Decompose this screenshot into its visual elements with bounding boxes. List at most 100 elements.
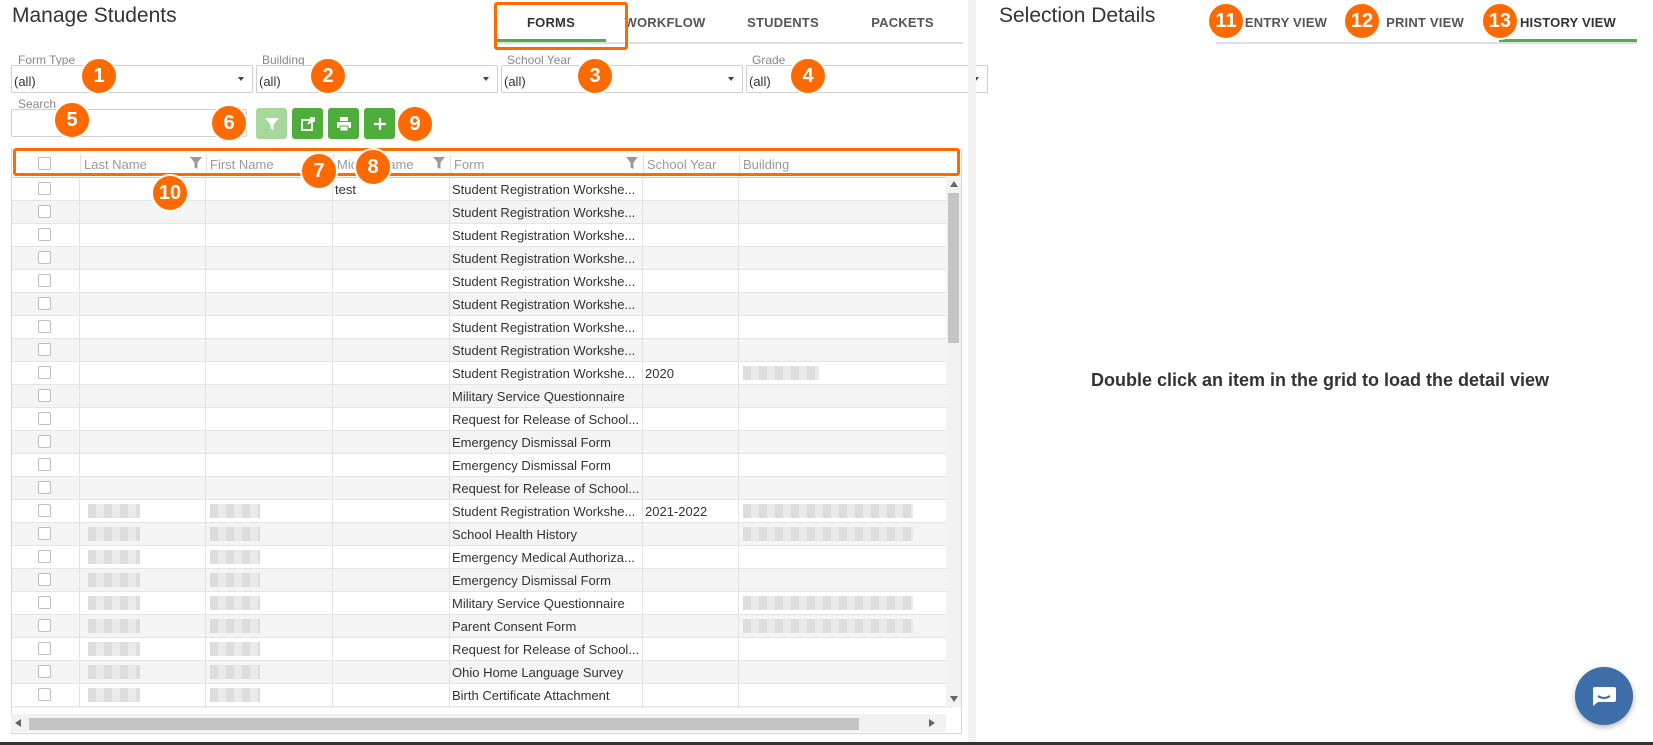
col-first-name[interactable]: First Name: [208, 150, 332, 177]
redacted-text: [210, 527, 260, 541]
table-row[interactable]: Student Registration Workshe... 2021-2022: [12, 500, 952, 523]
cell-first: [206, 293, 333, 315]
row-checkbox[interactable]: [38, 343, 51, 356]
row-checkbox[interactable]: [38, 527, 51, 540]
table-row[interactable]: Custody Paperwork Attachme...: [12, 707, 952, 708]
row-checkbox-cell: [12, 684, 80, 706]
table-row[interactable]: Emergency Dismissal Form: [12, 569, 952, 592]
table-row[interactable]: Student Registration Workshe... 2020: [12, 362, 952, 385]
table-row[interactable]: Ohio Home Language Survey: [12, 661, 952, 684]
tab-workflow[interactable]: WORKFLOW: [606, 8, 724, 42]
form-type-select[interactable]: (all): [11, 65, 253, 93]
table-row[interactable]: Student Registration Workshe...: [12, 316, 952, 339]
table-row[interactable]: Student Registration Workshe...: [12, 224, 952, 247]
print-button[interactable]: [328, 108, 359, 139]
cell-form: Student Registration Workshe...: [450, 362, 643, 384]
row-checkbox[interactable]: [38, 320, 51, 333]
table-row[interactable]: Student Registration Workshe...: [12, 270, 952, 293]
row-checkbox[interactable]: [38, 412, 51, 425]
cell-middle: [333, 454, 450, 476]
tab-packets[interactable]: PACKETS: [842, 8, 963, 42]
arrow-right-icon[interactable]: [929, 719, 935, 727]
row-checkbox[interactable]: [38, 504, 51, 517]
chat-button[interactable]: [1575, 667, 1633, 725]
cell-first: [206, 385, 333, 407]
arrow-up-icon[interactable]: [950, 181, 958, 187]
row-checkbox[interactable]: [38, 596, 51, 609]
tab-students[interactable]: STUDENTS: [724, 8, 842, 42]
table-row[interactable]: Request for Release of School...: [12, 408, 952, 431]
grid-body: test Student Registration Workshe... Stude…: [12, 178, 952, 708]
row-checkbox[interactable]: [38, 435, 51, 448]
filter-icon[interactable]: [625, 156, 639, 170]
row-checkbox[interactable]: [38, 228, 51, 241]
row-checkbox[interactable]: [38, 274, 51, 287]
grade-select[interactable]: (all): [746, 65, 988, 93]
table-row[interactable]: Birth Certificate Attachment: [12, 684, 952, 707]
building-select[interactable]: (all): [256, 65, 498, 93]
cell-year: [643, 339, 739, 361]
scroll-thumb[interactable]: [948, 193, 959, 343]
row-checkbox[interactable]: [38, 182, 51, 195]
table-row[interactable]: Request for Release of School...: [12, 638, 952, 661]
row-checkbox[interactable]: [38, 251, 51, 264]
school-year-select[interactable]: (all): [501, 65, 743, 93]
filter-icon[interactable]: [432, 156, 446, 170]
table-row[interactable]: Student Registration Workshe...: [12, 201, 952, 224]
table-row[interactable]: Emergency Dismissal Form: [12, 431, 952, 454]
horizontal-scrollbar[interactable]: [11, 714, 946, 732]
row-checkbox[interactable]: [38, 481, 51, 494]
cell-middle: [333, 224, 450, 246]
filter-icon[interactable]: [189, 156, 203, 170]
arrow-down-icon[interactable]: [950, 696, 958, 702]
row-checkbox[interactable]: [38, 366, 51, 379]
table-row[interactable]: School Health History: [12, 523, 952, 546]
table-row[interactable]: Student Registration Workshe...: [12, 293, 952, 316]
table-row[interactable]: Student Registration Workshe...: [12, 247, 952, 270]
row-checkbox[interactable]: [38, 665, 51, 678]
row-checkbox[interactable]: [38, 458, 51, 471]
search-input[interactable]: [11, 109, 247, 137]
cell-first: [206, 339, 333, 361]
row-checkbox[interactable]: [38, 573, 51, 586]
col-building[interactable]: Building: [741, 150, 931, 177]
row-checkbox[interactable]: [38, 205, 51, 218]
row-checkbox[interactable]: [38, 297, 51, 310]
col-last-name[interactable]: Last Name: [82, 150, 206, 177]
col-form[interactable]: Form: [452, 150, 642, 177]
table-row[interactable]: Military Service Questionnaire: [12, 592, 952, 615]
cell-bld: [739, 523, 952, 545]
tab-history-view[interactable]: HISTORY VIEW: [1499, 8, 1637, 42]
filter-button[interactable]: [256, 108, 287, 139]
add-button[interactable]: [364, 108, 395, 139]
table-row[interactable]: Parent Consent Form: [12, 615, 952, 638]
row-checkbox[interactable]: [38, 619, 51, 632]
export-button[interactable]: [292, 108, 323, 139]
tab-entry-view[interactable]: ENTRY VIEW: [1216, 8, 1356, 42]
table-row[interactable]: Military Service Questionnaire: [12, 385, 952, 408]
arrow-left-icon[interactable]: [15, 719, 21, 727]
row-checkbox[interactable]: [38, 688, 51, 701]
cell-year: [643, 546, 739, 568]
col-school-year[interactable]: School Year: [645, 150, 740, 177]
table-row[interactable]: test Student Registration Workshe...: [12, 178, 952, 201]
tab-print-view[interactable]: PRINT VIEW: [1356, 8, 1494, 42]
table-row[interactable]: Emergency Medical Authoriza...: [12, 546, 952, 569]
scroll-thumb[interactable]: [29, 718, 859, 730]
row-checkbox-cell: [12, 201, 80, 223]
row-checkbox-cell: [12, 431, 80, 453]
row-checkbox[interactable]: [38, 642, 51, 655]
select-all-checkbox[interactable]: [38, 157, 51, 170]
table-row[interactable]: Emergency Dismissal Form: [12, 454, 952, 477]
empty-detail-message: Double click an item in the grid to load…: [1090, 370, 1550, 390]
row-checkbox[interactable]: [38, 389, 51, 402]
vertical-scrollbar[interactable]: [946, 177, 961, 707]
table-row[interactable]: Request for Release of School...: [12, 477, 952, 500]
cell-middle: [333, 500, 450, 522]
cell-bld: [739, 431, 952, 453]
cell-middle: test: [333, 178, 450, 200]
panel-divider[interactable]: [968, 0, 976, 745]
row-checkbox[interactable]: [38, 550, 51, 563]
tab-forms[interactable]: FORMS: [496, 8, 606, 42]
table-row[interactable]: Student Registration Workshe...: [12, 339, 952, 362]
